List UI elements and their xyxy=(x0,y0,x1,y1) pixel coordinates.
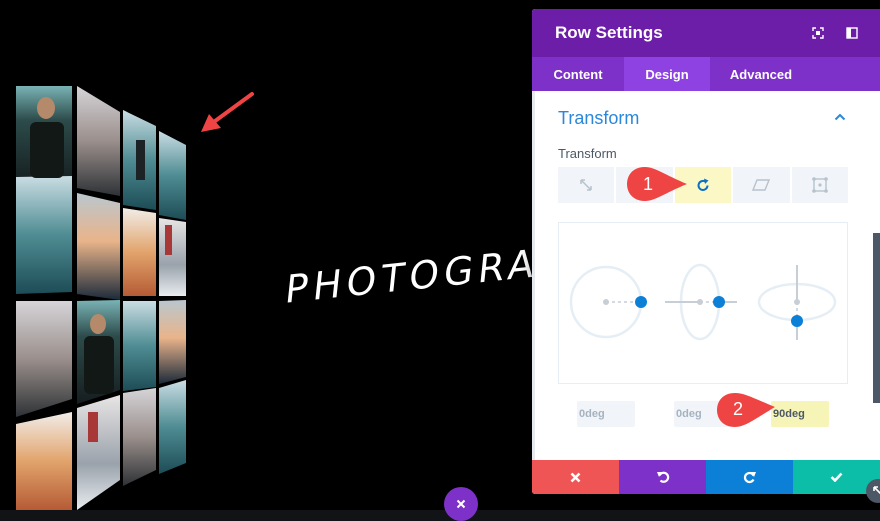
origin-icon xyxy=(812,177,828,193)
rotate-inputs: 0deg 0deg 90deg xyxy=(577,401,837,427)
photo-tile xyxy=(123,208,156,296)
photo-tile xyxy=(16,301,72,417)
rotate-icon xyxy=(697,178,709,191)
section-title[interactable]: Transform xyxy=(558,108,639,129)
close-icon xyxy=(570,472,581,482)
rotate-preview xyxy=(558,222,848,384)
modal-header: Row Settings xyxy=(532,9,880,57)
modal-body: Transform Transform 0deg 0deg 90deg xyxy=(532,91,880,460)
builder-bottom-bar xyxy=(0,510,880,521)
rotate-x-input[interactable]: 0deg xyxy=(577,401,635,427)
transform-tab-skew[interactable] xyxy=(733,167,790,203)
tab-design[interactable]: Design xyxy=(624,57,710,91)
photo-tile xyxy=(16,176,72,294)
photo-tile xyxy=(159,300,186,384)
discard-button[interactable] xyxy=(532,460,619,494)
photo-tile xyxy=(123,388,156,486)
skew-icon xyxy=(752,179,771,191)
photo-tile xyxy=(159,380,186,474)
transform-tab-origin[interactable] xyxy=(791,167,849,203)
photo-tile xyxy=(16,412,72,510)
tab-content[interactable]: Content xyxy=(532,57,624,91)
close-builder-button[interactable] xyxy=(444,487,478,521)
undo-icon xyxy=(656,471,669,483)
modal-footer xyxy=(532,460,880,494)
modal-title: Row Settings xyxy=(555,23,663,42)
annotation-marker-2 xyxy=(717,393,775,427)
sidebar-toggle-icon[interactable] xyxy=(846,27,858,39)
modal-tabs: Content Design Advanced xyxy=(532,57,880,91)
photo-tile xyxy=(77,395,120,510)
fullscreen-icon[interactable] xyxy=(812,27,824,39)
photo-tile xyxy=(77,86,120,196)
panel-scrollbar[interactable] xyxy=(873,233,880,403)
field-label: Transform xyxy=(558,146,617,161)
annotation-arrow-icon xyxy=(201,92,254,132)
redo-icon xyxy=(743,471,756,484)
annotation-number-1: 1 xyxy=(643,174,654,194)
photo-tile xyxy=(159,131,186,220)
tab-advanced[interactable]: Advanced xyxy=(710,57,812,91)
photo-tile xyxy=(77,193,120,300)
redo-button[interactable] xyxy=(706,460,793,494)
transform-tab-scale[interactable] xyxy=(558,167,615,203)
annotation-marker-1 xyxy=(627,167,687,201)
photo-tile xyxy=(123,301,156,391)
check-icon xyxy=(830,472,843,482)
rotate-y-dial[interactable] xyxy=(665,263,737,341)
resize-icon xyxy=(873,486,880,495)
rotate-z-dial[interactable] xyxy=(757,265,837,340)
headline-text: PHOTOGRA xyxy=(283,240,542,312)
scale-icon xyxy=(580,179,592,191)
photo-gallery xyxy=(16,86,186,510)
rotate-x-dial[interactable] xyxy=(569,265,647,339)
photo-tile xyxy=(159,218,186,296)
close-icon xyxy=(456,499,466,509)
row-settings-modal: Row Settings Content Design Advanced Tra… xyxy=(532,9,880,494)
transform-type-tabs xyxy=(558,167,849,203)
chevron-up-icon[interactable] xyxy=(834,113,846,121)
undo-button[interactable] xyxy=(619,460,706,494)
rotate-z-input[interactable]: 90deg xyxy=(771,401,829,427)
annotation-number-2: 2 xyxy=(733,399,744,419)
